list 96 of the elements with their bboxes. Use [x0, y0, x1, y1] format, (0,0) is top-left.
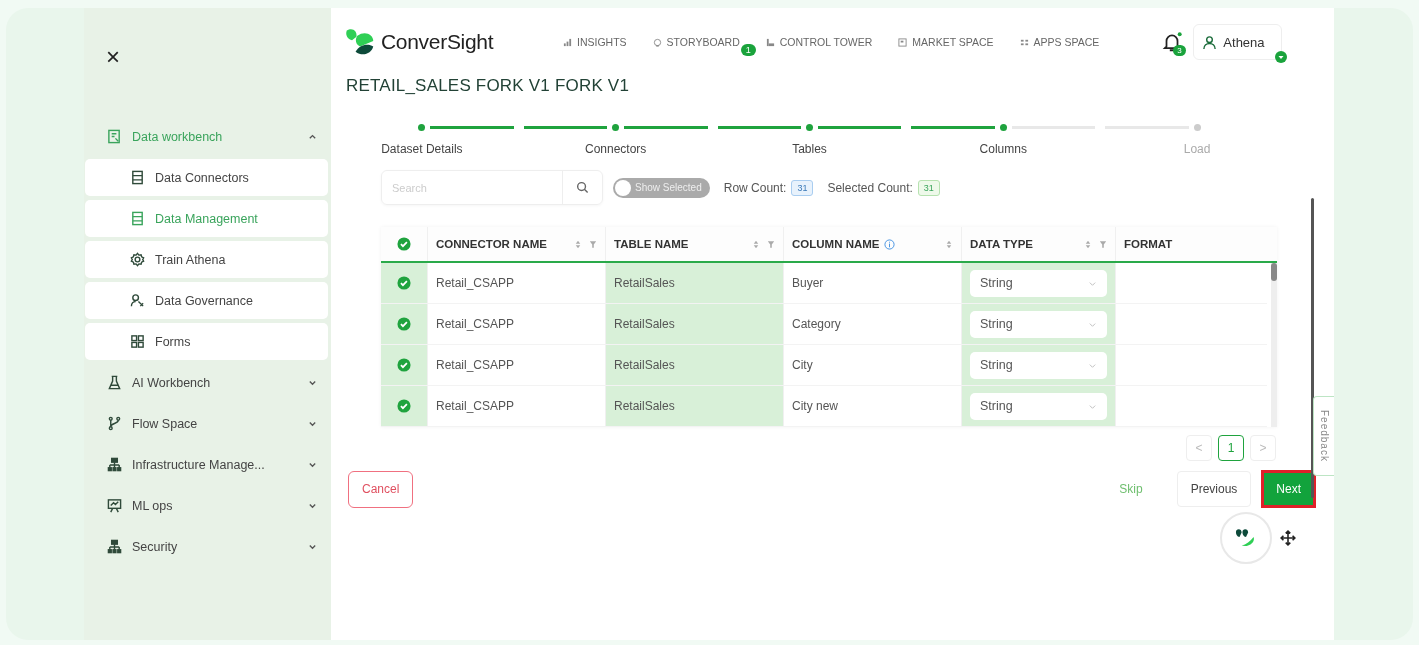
filter-icon[interactable]	[767, 239, 775, 249]
sort-icon[interactable]	[752, 239, 760, 249]
close-button[interactable]: ×	[106, 46, 120, 68]
nav-icon	[898, 37, 908, 47]
step-label: Tables	[792, 142, 827, 156]
filter-icon[interactable]	[1099, 239, 1107, 249]
chat-bubble-button[interactable]	[1220, 512, 1272, 564]
table-cell: Retail_CSAPP	[436, 358, 515, 372]
table-cell: RetailSales	[614, 399, 675, 413]
select-all-checkbox[interactable]	[397, 237, 411, 251]
scrollbar-thumb[interactable]	[1271, 263, 1277, 281]
row-checkbox[interactable]	[397, 276, 411, 290]
data-type-select[interactable]: String	[970, 351, 1107, 379]
move-icon[interactable]	[1280, 530, 1296, 546]
nav-link[interactable]: STORYBOARD	[652, 36, 740, 48]
filter-icon[interactable]	[589, 239, 597, 249]
column-header: DATA TYPE	[970, 238, 1034, 250]
nav-link[interactable]: MARKET SPACE	[898, 36, 994, 48]
table-cell: City	[792, 358, 813, 372]
row-checkbox[interactable]	[397, 399, 411, 413]
step-label: Dataset Details	[381, 142, 463, 156]
sidebar-item[interactable]: ML ops	[84, 485, 331, 526]
submenu-item[interactable]: Forms	[85, 323, 328, 360]
data-type-select[interactable]: String	[970, 310, 1107, 338]
nav-icon	[1019, 37, 1029, 47]
chevron-up-icon	[308, 132, 317, 141]
count-badge: 1	[740, 44, 756, 56]
feedback-tab[interactable]: Feedback	[1313, 396, 1334, 476]
nav-link[interactable]: INSIGHTS	[563, 36, 627, 48]
bell-icon	[1161, 31, 1184, 53]
menu-icon	[107, 129, 122, 144]
menu-icon	[130, 293, 145, 308]
row-checkbox[interactable]	[397, 317, 411, 331]
step-label: Connectors	[585, 142, 647, 156]
nav-link[interactable]: APPS SPACE	[1019, 36, 1100, 48]
sidebar-item[interactable]: AI Workbench	[84, 362, 331, 403]
chevron-down-icon	[308, 460, 317, 469]
table-cell: Retail_CSAPP	[436, 399, 515, 413]
logo-icon	[345, 27, 375, 57]
menu-icon	[107, 539, 122, 554]
menu-icon	[130, 252, 145, 267]
table-cell: Buyer	[792, 276, 824, 290]
data-type-select[interactable]: String	[970, 269, 1107, 297]
chevron-down-icon	[308, 419, 317, 428]
column-header: CONNECTOR NAME	[436, 238, 547, 250]
sort-icon[interactable]	[574, 239, 582, 249]
chevron-down-icon	[308, 542, 317, 551]
count-badge: 3	[1173, 45, 1186, 56]
menu-icon	[130, 211, 145, 226]
menu-icon	[107, 498, 122, 513]
step-label: Columns	[979, 142, 1027, 156]
menu-icon	[107, 457, 122, 472]
nav-icon	[765, 37, 775, 47]
selected-count-badge: 31	[917, 179, 940, 196]
page-button[interactable]: 1	[1218, 435, 1244, 461]
page-title: RETAIL_SALES FORK V1 FORK V1	[346, 76, 631, 96]
submenu-item[interactable]: Data Connectors	[85, 159, 328, 196]
dropdown-icon	[1274, 51, 1287, 63]
sidebar-item[interactable]: Flow Space	[84, 403, 331, 444]
row-count-badge: 31	[791, 179, 814, 196]
table-cell: Retail_CSAPP	[436, 276, 515, 290]
submenu-item[interactable]: Data Governance	[85, 282, 328, 319]
menu-icon	[130, 334, 145, 349]
step-label: Load	[1183, 142, 1211, 156]
previous-button[interactable]: Previous	[1176, 471, 1252, 507]
menu-icon	[107, 416, 122, 431]
cancel-button[interactable]: Cancel	[348, 470, 414, 508]
table-cell: RetailSales	[614, 317, 675, 331]
column-header: COLUMN NAME	[792, 238, 880, 250]
menu-icon	[107, 375, 122, 390]
logo-text: ConverSight	[381, 30, 494, 54]
info-icon	[883, 238, 895, 250]
menu-icon	[130, 170, 145, 185]
sidebar-item[interactable]: Infrastructure Manage...	[84, 444, 331, 485]
table-cell: City new	[792, 399, 838, 413]
row-count-label: Row Count:	[723, 180, 787, 195]
nav-link[interactable]: CONTROL TOWER	[765, 36, 873, 48]
chevron-down-icon	[308, 378, 317, 387]
submenu-item[interactable]: Train Athena	[85, 241, 328, 278]
table-cell: Category	[792, 317, 841, 331]
data-type-select[interactable]: String	[970, 392, 1107, 420]
selected-count-label: Selected Count:	[827, 180, 913, 195]
user-icon	[1202, 34, 1218, 50]
nav-icon	[563, 37, 572, 47]
sort-icon[interactable]	[945, 239, 953, 249]
column-header: TABLE NAME	[614, 238, 689, 250]
table-cell: Retail_CSAPP	[436, 317, 515, 331]
row-checkbox[interactable]	[397, 358, 411, 372]
sort-icon[interactable]	[1084, 239, 1092, 249]
table-cell: RetailSales	[614, 358, 675, 372]
search-icon	[576, 181, 589, 194]
nav-icon	[652, 37, 662, 47]
column-header: FORMAT	[1124, 238, 1173, 250]
table-cell: RetailSales	[614, 276, 675, 290]
chevron-down-icon	[308, 501, 317, 510]
sidebar-item[interactable]: Security	[84, 526, 331, 567]
